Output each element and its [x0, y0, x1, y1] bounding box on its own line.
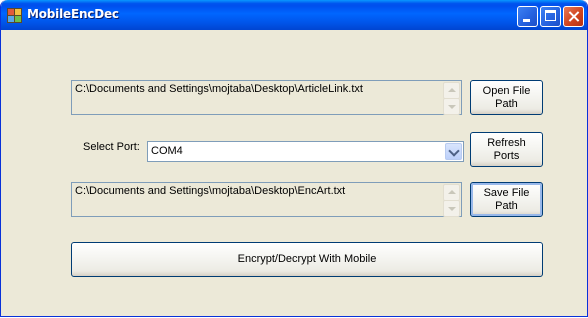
save-file-path-label: Save File Path [483, 186, 530, 212]
select-port-label: Select Port: [83, 141, 140, 153]
open-file-path-label: Open File Path [482, 84, 531, 110]
scroll-down-button[interactable] [443, 200, 460, 217]
scroll-down-button[interactable] [443, 98, 460, 115]
minimize-icon [523, 19, 530, 22]
source-file-path-text: C:\Documents and Settings\mojtaba\Deskto… [75, 83, 363, 95]
port-select[interactable]: COM4 [147, 141, 464, 162]
encrypt-decrypt-label: Encrypt/Decrypt With Mobile [237, 253, 377, 265]
maximize-icon [545, 10, 556, 21]
scroll-up-button[interactable] [443, 184, 460, 201]
encrypt-decrypt-button[interactable]: Encrypt/Decrypt With Mobile [71, 242, 543, 277]
port-dropdown-button[interactable] [445, 143, 462, 160]
source-file-path-box[interactable]: C:\Documents and Settings\mojtaba\Deskto… [71, 80, 462, 115]
dest-scrollbar[interactable] [443, 184, 460, 217]
scroll-up-button[interactable] [443, 82, 460, 99]
app-window: MobileEncDec C:\Documents and Settings\m… [0, 0, 588, 317]
close-button[interactable] [563, 6, 584, 27]
scroll-up-icon [448, 88, 456, 92]
dest-file-path-box[interactable]: C:\Documents and Settings\mojtaba\Deskto… [71, 182, 462, 217]
dropdown-arrow-icon [448, 145, 460, 157]
port-select-value: COM4 [151, 145, 183, 157]
app-icon [7, 8, 22, 23]
refresh-ports-label: Refresh Ports [487, 136, 526, 162]
scroll-down-icon [448, 105, 456, 109]
refresh-ports-button[interactable]: Refresh Ports [470, 132, 543, 167]
open-file-path-button[interactable]: Open File Path [470, 80, 543, 115]
scroll-up-icon [448, 190, 456, 194]
dest-file-path-text: C:\Documents and Settings\mojtaba\Deskto… [75, 185, 346, 197]
save-file-path-button[interactable]: Save File Path [470, 182, 543, 217]
minimize-button[interactable] [517, 6, 538, 27]
close-icon [564, 7, 583, 26]
source-scrollbar[interactable] [443, 82, 460, 115]
scroll-down-icon [448, 207, 456, 211]
window-title: MobileEncDec [27, 7, 119, 21]
maximize-button[interactable] [540, 6, 561, 27]
title-bar[interactable]: MobileEncDec [1, 0, 587, 30]
